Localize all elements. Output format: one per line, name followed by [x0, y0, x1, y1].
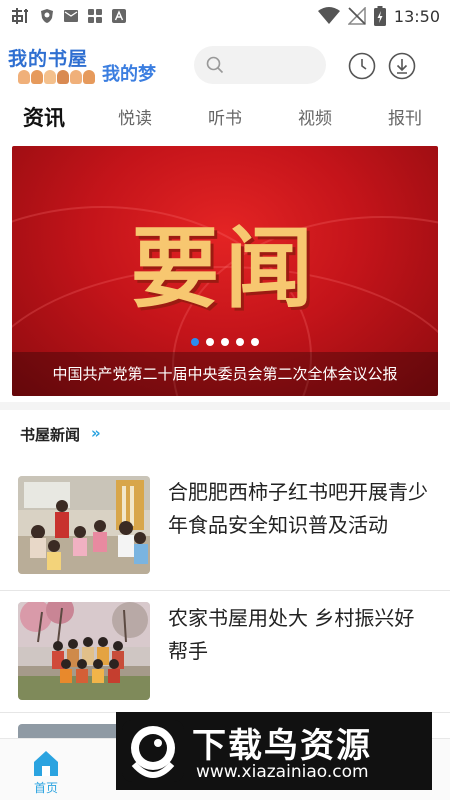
search-icon	[206, 56, 224, 74]
bird-logo-icon	[122, 720, 184, 782]
logo-sub-text: 我的梦	[102, 64, 156, 85]
wifi-icon	[317, 7, 340, 24]
banner-caption: 中国共产党第二十届中央委员会第二次全体会议公报	[12, 352, 438, 396]
tab-periodicals[interactable]: 报刊	[388, 104, 422, 129]
search-input[interactable]	[194, 46, 326, 84]
news-thumbnail	[18, 476, 150, 574]
download-icon[interactable]	[388, 52, 416, 80]
app-header: 我的书屋 我的梦	[0, 36, 450, 98]
tab-reading[interactable]: 悦读	[118, 104, 152, 129]
a-icon	[112, 9, 126, 23]
logo-main-text: 我的书屋	[8, 48, 89, 70]
logo-kids-graphic	[18, 70, 95, 84]
news-item[interactable]: 合肥肥西柿子红书吧开展青少年食品安全知识普及活动	[0, 476, 450, 588]
battery-icon	[373, 6, 386, 26]
app-logo[interactable]: 我的书屋 我的梦	[8, 42, 168, 94]
no-signal-icon	[347, 7, 366, 25]
news-item[interactable]: 农家书屋用处大 乡村振兴好帮手	[0, 602, 450, 706]
news-thumbnail	[18, 602, 150, 700]
news-title: 农家书屋用处大 乡村振兴好帮手	[168, 606, 415, 663]
section-title: 书屋新闻	[20, 426, 81, 444]
banner-carousel[interactable]: 要闻 中国共产党第二十届中央委员会第二次全体会议公报	[12, 146, 438, 396]
watermark-url: www.xiazainiao.com	[196, 762, 369, 782]
carousel-indicator	[12, 338, 438, 346]
carousel-dot[interactable]	[191, 338, 199, 346]
mail-icon	[64, 10, 78, 22]
status-bar: 13:50	[0, 0, 450, 32]
section-more-arrow[interactable]: »	[91, 424, 101, 442]
clock-icon[interactable]	[348, 52, 376, 80]
tab-video[interactable]: 视频	[298, 104, 332, 129]
grid-icon	[88, 9, 102, 23]
carousel-dot[interactable]	[206, 338, 214, 346]
banner-title: 要闻	[130, 217, 319, 320]
status-time: 13:50	[393, 6, 440, 26]
shield-icon	[41, 9, 53, 23]
news-title: 合肥肥西柿子红书吧开展青少年食品安全知识普及活动	[168, 480, 428, 537]
carousel-dot[interactable]	[221, 338, 229, 346]
home-icon[interactable]	[28, 749, 64, 777]
carousel-dot[interactable]	[251, 338, 259, 346]
tab-news[interactable]: 资讯	[23, 102, 65, 132]
tab-audiobooks[interactable]: 听书	[208, 104, 242, 129]
section-divider	[0, 402, 450, 410]
watermark-title: 下载鸟资源	[192, 726, 372, 766]
list-divider	[0, 590, 450, 591]
status-left-icons	[10, 7, 126, 25]
watermark: 下载鸟资源 www.xiazainiao.com	[116, 712, 432, 790]
nav-home-label[interactable]: 首页	[18, 779, 74, 796]
status-right-icons: 13:50	[317, 6, 440, 26]
carousel-dot[interactable]	[236, 338, 244, 346]
category-tabs: 资讯 悦读 听书 视频 报刊	[0, 100, 450, 138]
carrier-icon	[12, 8, 28, 24]
